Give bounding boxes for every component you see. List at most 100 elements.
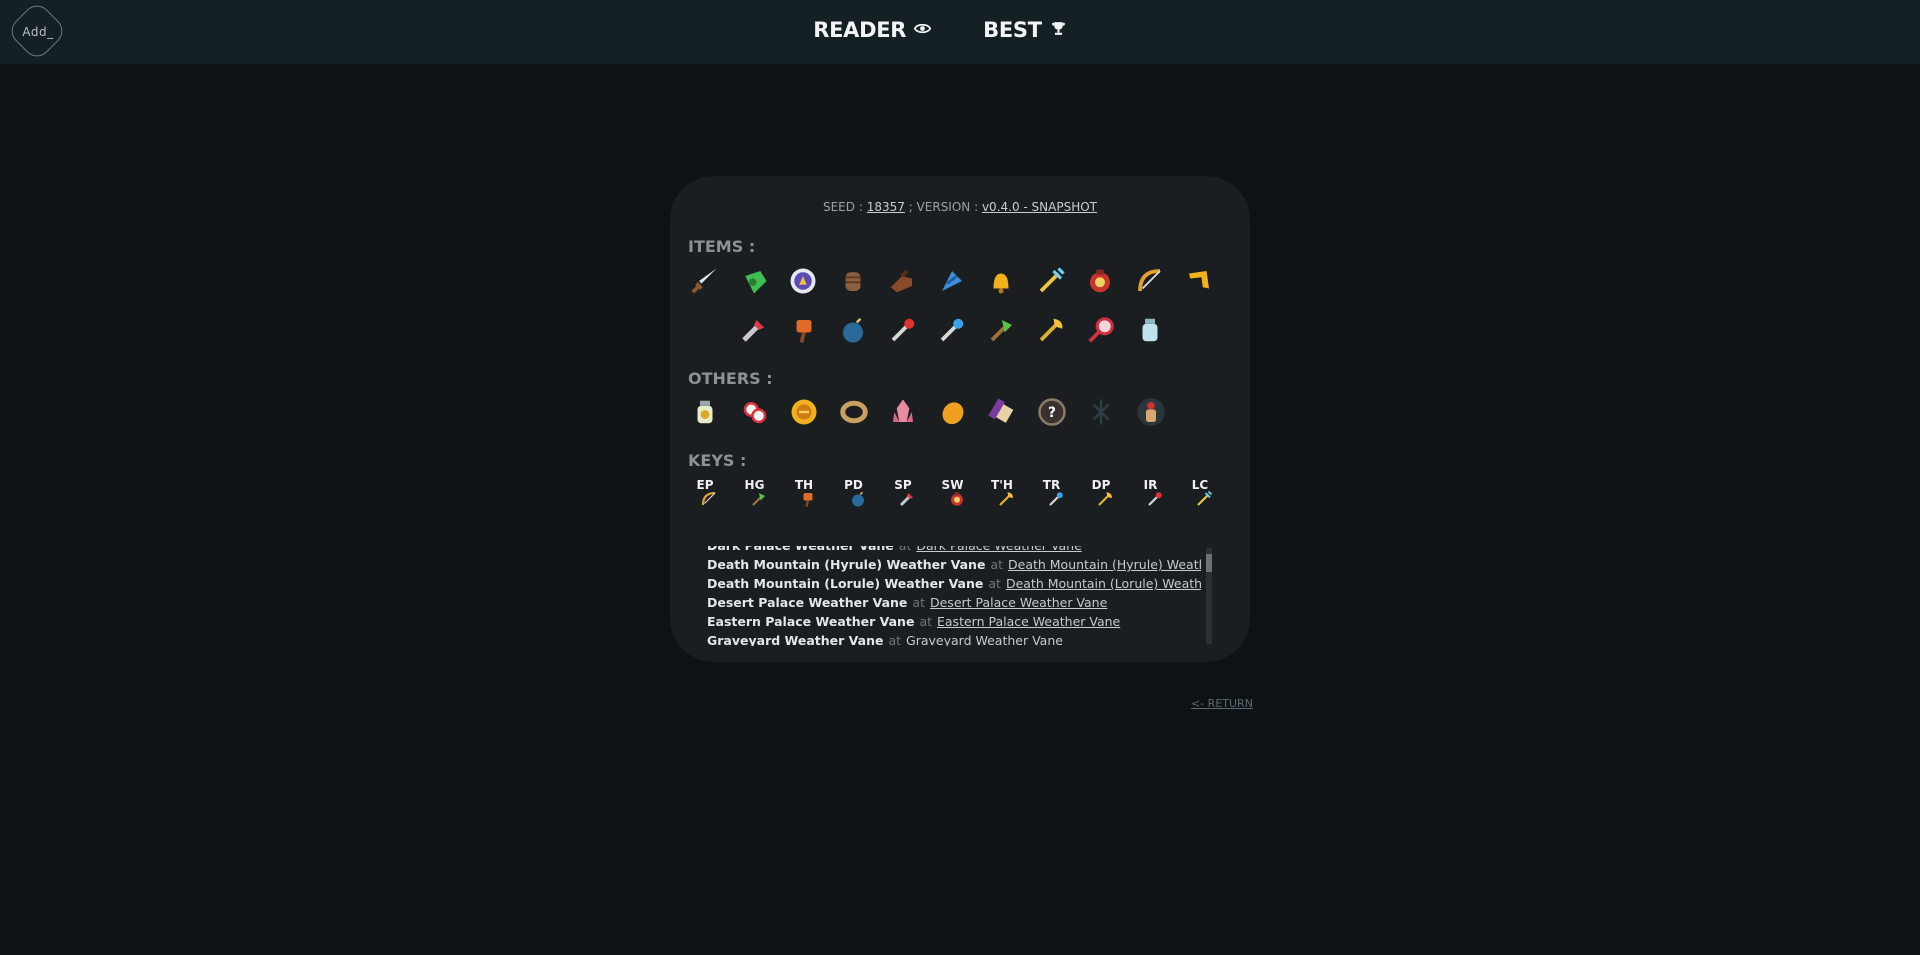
spoiler-log-list[interactable]: Dark Palace Weather Vane at Dark Palace We… [707,546,1201,646]
bow-icon[interactable] [1133,264,1167,298]
gauntlet-icon[interactable] [836,264,870,298]
bell-icon[interactable] [984,264,1018,298]
nav-reader[interactable]: READER [813,18,932,42]
log-row: Graveyard Weather Vane at Graveyard Weathe… [707,633,1063,646]
ice-rod-blue-icon[interactable] [935,313,969,347]
fire-rod-icon [1146,490,1164,508]
hookshot-icon[interactable] [737,313,771,347]
hammer-icon[interactable] [787,313,821,347]
key-ep[interactable]: EP [688,478,722,510]
ice-rod-blue-icon [1047,490,1065,508]
ice-rod-icon[interactable] [1034,264,1068,298]
hookshot-icon [898,490,916,508]
log-row: Eastern Palace Weather Vane at Eastern Pal… [707,614,1120,629]
sand-rod-icon[interactable] [1034,313,1068,347]
bomb-icon [849,490,867,508]
bomb-bag-icon[interactable] [1083,264,1117,298]
keys-title: KEYS : [688,451,747,470]
ice-rod-icon [1195,490,1213,508]
dark-rune-icon[interactable] [1084,395,1118,429]
key-sp[interactable]: SP [886,478,920,510]
badge-icon[interactable] [787,395,821,429]
svg-text:?: ? [1048,405,1056,421]
nav-best-label: BEST [983,18,1042,42]
items-row-1 [670,264,1250,300]
seed-card: SEED : 18357 ; VERSION : v0.4.0 - SNAPSH… [670,176,1250,662]
lamp-icon[interactable] [737,264,771,298]
items-row-2 [670,313,1250,349]
log-row: Death Mountain (Lorule) Weather Vane at De… [707,576,1201,591]
key-tr[interactable]: TR [1035,478,1069,510]
crystal-icon[interactable] [886,395,920,429]
shield-icon[interactable] [786,264,820,298]
scrollbar-thumb[interactable] [1206,554,1212,572]
main-nav: READER BEST [0,18,1920,42]
unknown-icon[interactable]: ? [1035,395,1069,429]
log-location-link[interactable]: Death Mountain (Lorule) Weather Vane [1006,576,1201,591]
sword-icon[interactable] [687,264,721,298]
log-location-link[interactable]: Eastern Palace Weather Vane [937,614,1120,629]
log-location-link[interactable]: Dark Palace Weather Vane [916,546,1081,553]
seed-link[interactable]: 18357 [867,200,905,214]
others-row: ? [670,395,1250,431]
trophy-icon [1050,18,1067,42]
key-th[interactable]: TH [787,478,821,510]
bow-icon [700,490,718,508]
boots-icon[interactable] [885,264,919,298]
keys-row: EP HG TH PD SP SW T'H TR DP IR LC [670,478,1250,514]
flippers-icon[interactable] [935,264,969,298]
log-row: Death Mountain (Hyrule) Weather Vane at De… [707,557,1201,572]
items-title: ITEMS : [688,237,756,256]
key-lc[interactable]: LC [1183,478,1217,510]
log-location-link[interactable]: Graveyard Weather Vane [906,633,1063,646]
egg-icon[interactable] [936,395,970,429]
fire-rod-icon[interactable] [886,313,920,347]
tornado-rod-icon [750,490,768,508]
key-sw[interactable]: SW [936,478,970,510]
nav-reader-label: READER [813,18,907,42]
heart-pieces-icon[interactable] [738,395,772,429]
log-at: at [988,576,1001,591]
bomb-bag-dark-icon[interactable] [1134,395,1168,429]
key-pd[interactable]: PD [837,478,871,510]
bomb-icon[interactable] [836,313,870,347]
eye-icon [913,18,932,42]
sand-rod-icon [1096,490,1114,508]
return-link[interactable]: <- RETURN [1191,697,1253,710]
log-item-name: Graveyard Weather Vane [707,633,884,646]
others-title: OTHERS : [688,369,773,388]
scroll-icon[interactable] [985,395,1019,429]
log-at: at [990,557,1003,572]
top-bar: Add_ READER BEST [0,0,1920,64]
boomerang-icon[interactable] [1182,264,1216,298]
log-item-name: Dark Palace Weather Vane [707,546,894,553]
key-dp[interactable]: DP [1084,478,1118,510]
log-item-name: Death Mountain (Hyrule) Weather Vane [707,557,986,572]
log-at: at [888,633,902,646]
log-row: Desert Palace Weather Vane at Desert Palac… [707,595,1107,610]
bottle-icon[interactable] [1133,313,1167,347]
log-location-link[interactable]: Desert Palace Weather Vane [930,595,1107,610]
bomb-bag-icon [948,490,966,508]
log-row: Dark Palace Weather Vane at Dark Palace We… [707,546,1082,553]
log-location-link[interactable]: Death Mountain (Hyrule) Weather Vane [1008,557,1201,572]
log-item-name: Eastern Palace Weather Vane [707,614,915,629]
version-prefix: ; VERSION : [908,200,979,214]
key-ir[interactable]: IR [1134,478,1168,510]
log-item-name: Death Mountain (Lorule) Weather Vane [707,576,984,591]
bracelet-icon[interactable] [837,395,871,429]
bottle-gold-icon[interactable] [688,395,722,429]
nav-best[interactable]: BEST [983,18,1067,42]
version-link[interactable]: v0.4.0 - SNAPSHOT [982,200,1097,214]
tornado-rod-icon[interactable] [985,313,1019,347]
log-item-name: Desert Palace Weather Vane [707,595,908,610]
key-th[interactable]: T'H [985,478,1019,510]
seed-prefix: SEED : [822,200,863,214]
net-icon[interactable] [1084,313,1118,347]
sand-rod-icon [997,490,1015,508]
log-at: at [899,546,912,553]
log-at: at [912,595,925,610]
key-hg[interactable]: HG [738,478,772,510]
hammer-icon [799,490,817,508]
log-at: at [919,614,932,629]
